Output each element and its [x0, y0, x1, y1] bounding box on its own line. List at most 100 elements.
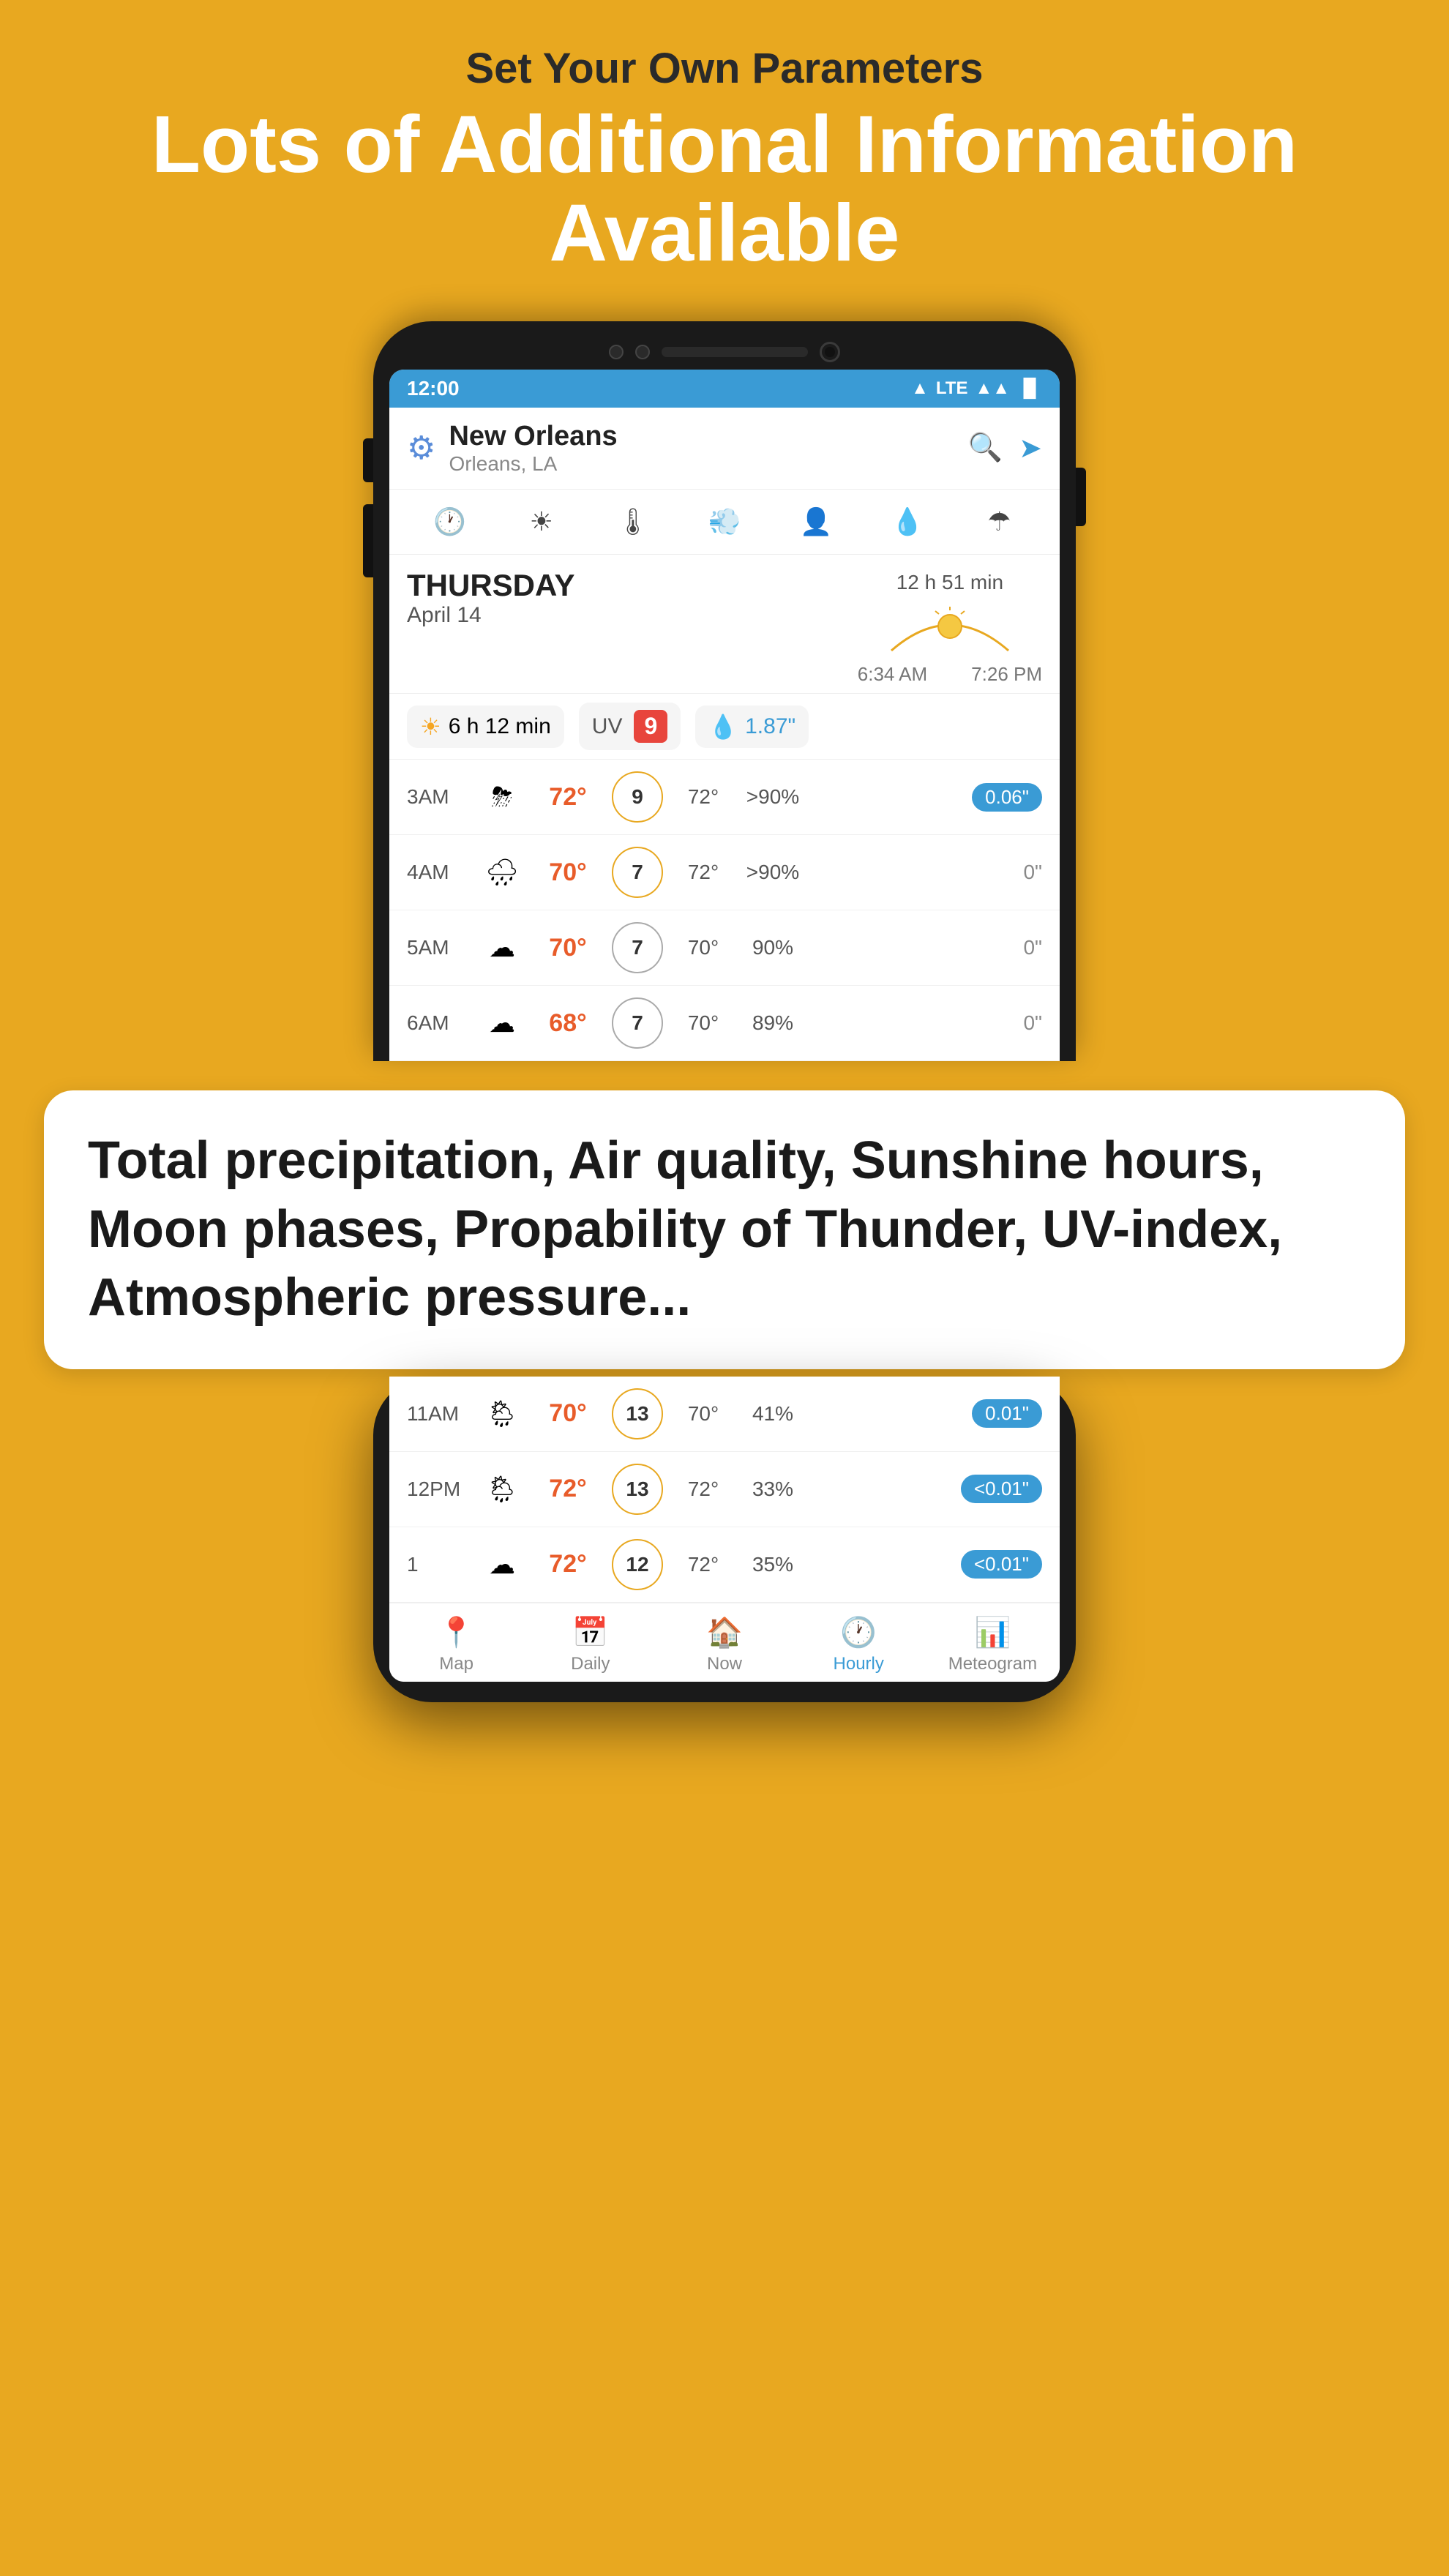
- location-info: New Orleans Orleans, LA: [449, 421, 967, 476]
- sun-arc-svg: [877, 596, 1023, 662]
- hour-time: 11AM: [407, 1402, 473, 1426]
- phone-top-bar: [389, 342, 1060, 362]
- hourly-row: 6AM ☁ 68° 7 70° 89% 0": [389, 986, 1060, 1061]
- rain-value: 1.87": [745, 714, 795, 739]
- nav-icon-map: 📍: [438, 1615, 475, 1650]
- search-icon[interactable]: 🔍: [968, 432, 1003, 465]
- signal-icon: ▲▲: [975, 378, 1010, 399]
- nav-icon-meteogram: 📊: [975, 1615, 1011, 1650]
- precipitation: 0": [809, 936, 1042, 959]
- tab-drops[interactable]: 💧: [878, 500, 937, 544]
- hour-temp: 72°: [531, 1550, 604, 1579]
- humidity: 35%: [736, 1553, 809, 1576]
- wifi-icon: ▲: [911, 378, 929, 399]
- hourly-row: 1 ☁ 72° 12 72° 35% <0.01": [389, 1527, 1060, 1603]
- sunshine-stat: ☀ 6 h 12 min: [407, 705, 564, 748]
- tab-wind[interactable]: 💨: [695, 500, 754, 544]
- battery-icon: ▐▌: [1017, 378, 1042, 399]
- precipitation: 0": [809, 861, 1042, 884]
- header-title: Lots of Additional Information Available: [0, 100, 1449, 277]
- precipitation: 0.01": [809, 1399, 1042, 1428]
- nav-item-daily[interactable]: 📅 Daily: [523, 1615, 657, 1674]
- rain-icon: 💧: [708, 713, 738, 741]
- hour-time: 5AM: [407, 936, 473, 959]
- nav-label: Meteogram: [948, 1654, 1037, 1674]
- humidity: 41%: [736, 1402, 809, 1426]
- tab-umbrella[interactable]: ☂: [970, 500, 1028, 544]
- day-date: April 14: [407, 603, 858, 628]
- humidity: >90%: [736, 861, 809, 884]
- day-section: THURSDAY April 14 12 h 51 min: [389, 555, 1060, 694]
- location-region: Orleans, LA: [449, 452, 967, 476]
- hour-temp: 70°: [531, 1399, 604, 1428]
- dew-point: 72°: [670, 785, 736, 809]
- sun-times: 6:34 AM 7:26 PM: [858, 663, 1042, 686]
- uv-circle: 7: [612, 997, 663, 1049]
- nav-label: Hourly: [834, 1654, 884, 1674]
- weather-icon: ☁: [473, 932, 531, 963]
- sunrise-time: 6:34 AM: [858, 663, 927, 686]
- hourly-rows-top: 3AM ⛈ 72° 9 72° >90% 0.06" 4AM 🌧 70° 7 7…: [389, 760, 1060, 1061]
- stats-row: ☀ 6 h 12 min UV 9 💧 1.87": [389, 694, 1060, 760]
- rain-stat: 💧 1.87": [695, 705, 809, 748]
- uv-circle: 7: [612, 847, 663, 898]
- sun-icon: ☀: [420, 713, 441, 741]
- sunset-time: 7:26 PM: [971, 663, 1042, 686]
- info-bubble: Total precipitation, Air quality, Sunshi…: [44, 1090, 1405, 1369]
- precipitation: <0.01": [809, 1475, 1042, 1503]
- uv-stat: UV 9: [579, 703, 681, 750]
- lte-label: LTE: [936, 378, 968, 399]
- hourly-row: 4AM 🌧 70° 7 72° >90% 0": [389, 835, 1060, 910]
- tab-person[interactable]: 👤: [787, 500, 845, 544]
- humidity: 33%: [736, 1478, 809, 1501]
- dew-point: 72°: [670, 1478, 736, 1501]
- location-city: New Orleans: [449, 421, 967, 452]
- hour-time: 6AM: [407, 1011, 473, 1035]
- nav-icon-hourly: 🕐: [840, 1615, 877, 1650]
- nav-item-hourly[interactable]: 🕐 Hourly: [792, 1615, 926, 1674]
- hourly-row: 12PM 🌦 72° 13 72° 33% <0.01": [389, 1452, 1060, 1527]
- hour-temp: 72°: [531, 1475, 604, 1503]
- uv-circle: 12: [612, 1539, 663, 1590]
- hour-time: 12PM: [407, 1478, 473, 1501]
- app-header: ⚙ New Orleans Orleans, LA 🔍 ➤: [389, 408, 1060, 490]
- tab-sun[interactable]: ☀: [512, 500, 571, 544]
- gear-icon[interactable]: ⚙: [407, 430, 435, 467]
- precipitation: 0.06": [809, 783, 1042, 812]
- uv-circle: 13: [612, 1388, 663, 1439]
- hourly-row: 3AM ⛈ 72° 9 72° >90% 0.06": [389, 760, 1060, 835]
- weather-icon: ⛈: [473, 782, 531, 813]
- hour-temp: 70°: [531, 934, 604, 962]
- nav-item-now[interactable]: 🏠 Now: [657, 1615, 791, 1674]
- precipitation: 0": [809, 1011, 1042, 1035]
- day-name: THURSDAY: [407, 568, 858, 603]
- precipitation: <0.01": [809, 1550, 1042, 1579]
- dew-point: 72°: [670, 861, 736, 884]
- tab-clock[interactable]: 🕐: [421, 500, 479, 544]
- hourly-rows-bottom: 11AM 🌦 70° 13 70° 41% 0.01" 12PM 🌦 72° 1…: [389, 1377, 1060, 1603]
- nav-icon-now: 🏠: [706, 1615, 743, 1650]
- location-icon[interactable]: ➤: [1019, 432, 1042, 465]
- nav-label: Map: [439, 1654, 473, 1674]
- nav-icon-daily: 📅: [572, 1615, 609, 1650]
- uv-value: 9: [634, 710, 667, 743]
- nav-label: Daily: [571, 1654, 610, 1674]
- hour-temp: 72°: [531, 783, 604, 812]
- nav-item-map[interactable]: 📍 Map: [389, 1615, 523, 1674]
- dew-point: 70°: [670, 936, 736, 959]
- uv-label: UV: [592, 714, 623, 739]
- hour-temp: 68°: [531, 1009, 604, 1038]
- weather-icon: ☁: [473, 1008, 531, 1038]
- bottom-nav: 📍 Map 📅 Daily 🏠 Now 🕐 Hourly 📊 Meteogram: [389, 1603, 1060, 1682]
- hour-temp: 70°: [531, 858, 604, 887]
- dew-point: 72°: [670, 1553, 736, 1576]
- icon-tabs: 🕐 ☀ 🌡 💨 👤 💧 ☂: [389, 490, 1060, 555]
- sun-arc: 12 h 51 min 6:34 AM 7:26 PM: [858, 571, 1042, 686]
- sunshine-value: 6 h 12 min: [449, 714, 551, 739]
- weather-icon: 🌦: [473, 1399, 531, 1429]
- humidity: 90%: [736, 936, 809, 959]
- header-actions: 🔍 ➤: [968, 432, 1042, 465]
- tab-thermometer[interactable]: 🌡: [604, 500, 662, 544]
- nav-item-meteogram[interactable]: 📊 Meteogram: [926, 1615, 1060, 1674]
- status-time: 12:00: [407, 377, 460, 400]
